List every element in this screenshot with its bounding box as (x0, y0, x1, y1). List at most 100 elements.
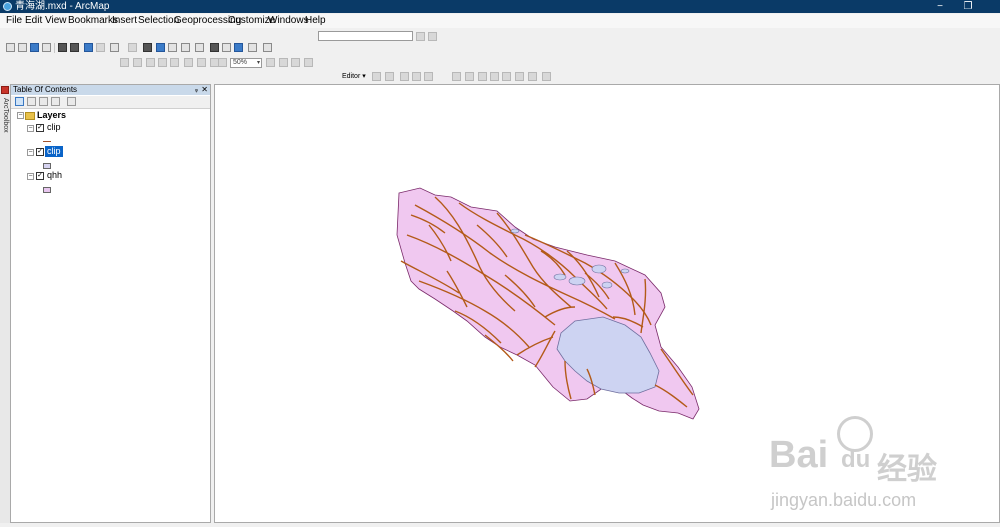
window-title: 青海湖.mxd - ArcMap (15, 1, 110, 12)
collapse-icon[interactable]: − (27, 149, 34, 156)
time-slider-icon[interactable] (248, 43, 257, 52)
hyperlink-icon[interactable] (181, 43, 190, 52)
create-features-icon[interactable] (542, 72, 551, 81)
minimize-button[interactable]: − (926, 0, 954, 13)
layout-icon[interactable] (428, 32, 437, 41)
collapse-icon[interactable]: − (27, 173, 34, 180)
open-icon[interactable] (133, 58, 142, 67)
layer-name-clip-polygons[interactable]: clip (45, 146, 63, 157)
polygon-legend-symbol (43, 163, 51, 169)
menu-insert[interactable]: Insert (112, 14, 137, 28)
split-icon[interactable] (490, 72, 499, 81)
list-by-drawing-order-icon[interactable] (15, 97, 24, 106)
create-viewer-icon[interactable] (263, 43, 272, 52)
zoom-out-icon[interactable] (18, 43, 27, 52)
layer-name-qhh[interactable]: qhh (47, 170, 62, 181)
list-by-selection-icon[interactable] (51, 97, 60, 106)
find-icon[interactable] (210, 43, 219, 52)
menu-selection[interactable]: Selection (138, 14, 179, 28)
scale-combobox[interactable] (318, 31, 413, 41)
watermark-brand: Bai (769, 434, 829, 476)
cut-icon[interactable] (170, 58, 179, 67)
menu-view[interactable]: View (45, 14, 67, 28)
zoom-percent-combobox[interactable]: 50% ▾ (230, 58, 262, 68)
menu-bookmarks[interactable]: Bookmarks (68, 14, 118, 28)
toc-title: Table Of Contents (13, 85, 78, 94)
standard-toolbar: 50% ▾ (0, 58, 1000, 72)
polygon-legend-symbol (43, 187, 51, 193)
print-icon[interactable] (158, 58, 167, 67)
sketch-properties-icon[interactable] (528, 72, 537, 81)
attributes-icon[interactable] (515, 72, 524, 81)
layer-name-clip-lines[interactable]: clip (47, 122, 61, 133)
list-by-visibility-icon[interactable] (39, 97, 48, 106)
zoom-in-icon[interactable] (6, 43, 15, 52)
back-arrow-icon[interactable] (84, 43, 93, 52)
table-of-contents: Table Of Contents ᵩ ✕ − Layers − ✓ clip … (10, 84, 211, 523)
save-icon[interactable] (146, 58, 155, 67)
rotate-icon[interactable] (502, 72, 511, 81)
catalog-icon[interactable] (291, 58, 300, 67)
cut-polygons-icon[interactable] (478, 72, 487, 81)
layers-root-label[interactable]: Layers (37, 110, 66, 121)
measure-icon[interactable] (195, 43, 204, 52)
full-extent-icon[interactable] (42, 43, 51, 52)
editor-menu[interactable]: Editor ▾ (342, 72, 366, 81)
menu-help[interactable]: Help (305, 14, 326, 28)
chevron-down-icon: ▾ (256, 60, 260, 66)
select-features-icon[interactable] (110, 43, 119, 52)
select-elements-icon[interactable] (143, 43, 152, 52)
restore-button[interactable]: ❐ (954, 0, 982, 13)
close-icon[interactable]: ✕ (201, 85, 208, 95)
title-bar: 青海湖.mxd - ArcMap − ❐ (0, 0, 1000, 13)
layer-visibility-checkbox[interactable]: ✓ (36, 172, 44, 180)
trace-icon[interactable] (424, 72, 433, 81)
toolbox-icon (1, 86, 9, 94)
toc-title-bar: Table Of Contents ᵩ ✕ (11, 85, 210, 95)
fixed-zoom-in-icon[interactable] (58, 43, 67, 52)
tools-toolbar (0, 31, 1000, 57)
watermark-paw-text: du (841, 446, 871, 473)
find-route-icon[interactable] (222, 43, 231, 52)
table-icon[interactable] (279, 58, 288, 67)
menu-windows[interactable]: Windows (268, 14, 309, 28)
layers-folder-icon (25, 112, 35, 120)
collapse-icon[interactable]: − (27, 125, 34, 132)
edit-vertices-icon[interactable] (452, 72, 461, 81)
zoom-percent-value: 50% (233, 59, 248, 66)
line-legend-symbol (43, 141, 51, 142)
edit-annotation-icon[interactable] (385, 72, 394, 81)
baidu-watermark: Bai du 经验 jingyan.baidu.com (769, 416, 949, 516)
fixed-zoom-out-icon[interactable] (70, 43, 79, 52)
watermark-url: jingyan.baidu.com (771, 490, 917, 510)
edit-tool-icon[interactable] (372, 72, 381, 81)
go-to-xy-icon[interactable] (234, 43, 243, 52)
pin-icon[interactable]: ᵩ (195, 85, 198, 95)
undo-icon[interactable] (218, 58, 227, 67)
html-popup-icon[interactable] (168, 43, 177, 52)
identify-icon[interactable] (156, 43, 165, 52)
menu-edit[interactable]: Edit (25, 14, 42, 28)
menu-file[interactable]: File (6, 14, 22, 28)
paste-icon[interactable] (197, 58, 206, 67)
new-document-icon[interactable] (120, 58, 129, 67)
forward-arrow-icon[interactable] (96, 43, 105, 52)
list-by-source-icon[interactable] (27, 97, 36, 106)
pan-icon[interactable] (30, 43, 39, 52)
layout-page-icon[interactable] (266, 58, 275, 67)
layer-visibility-checkbox[interactable]: ✓ (36, 148, 44, 156)
copy-icon[interactable] (184, 58, 193, 67)
reshape-icon[interactable] (465, 72, 474, 81)
endpoint-arc-icon[interactable] (412, 72, 421, 81)
search-icon[interactable] (304, 58, 313, 67)
collapse-icon[interactable]: − (17, 112, 24, 119)
toc-view-tabs (11, 96, 210, 109)
watermark-cn: 经验 (877, 453, 937, 486)
straight-segment-icon[interactable] (400, 72, 409, 81)
graph-icon[interactable] (416, 32, 425, 41)
clear-selection-icon[interactable] (128, 43, 137, 52)
options-icon[interactable] (67, 97, 76, 106)
arctoolbox-label: ArcToolbox (2, 98, 9, 133)
layer-visibility-checkbox[interactable]: ✓ (36, 124, 44, 132)
map-display[interactable]: Bai du 经验 jingyan.baidu.com (214, 84, 1000, 523)
